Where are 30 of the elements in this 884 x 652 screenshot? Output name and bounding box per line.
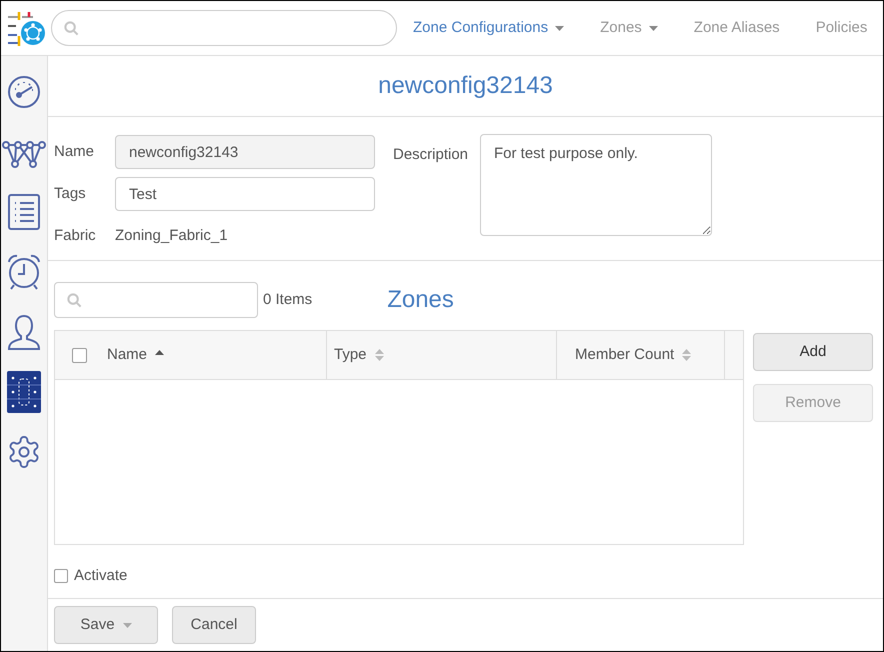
search-icon (67, 292, 82, 308)
nav-tab[interactable]: Zone Configurations (413, 16, 564, 40)
search-field[interactable] (51, 10, 397, 46)
field-label: Description (393, 145, 470, 165)
page-title: newconfig32143 (378, 71, 553, 101)
section-title: Zones (387, 285, 454, 315)
caret-icon (122, 622, 132, 628)
tags-field[interactable]: Test (115, 177, 375, 211)
select-all-checkbox[interactable] (72, 348, 87, 362)
field-label: Fabric (54, 226, 97, 246)
field-label: Tags (54, 184, 87, 204)
item-count: 0 Items (263, 290, 312, 310)
column-header[interactable]: Name (55, 331, 327, 379)
save-button[interactable]: Save (54, 606, 158, 644)
chip-icon (7, 371, 41, 413)
column-header[interactable]: Member Count (557, 331, 725, 379)
gauge-icon (7, 75, 41, 109)
user-icon (7, 313, 41, 351)
column-header[interactable]: Type (327, 331, 557, 379)
zone-search-field[interactable] (54, 282, 258, 318)
search-icon (64, 20, 79, 36)
list-icon (7, 193, 41, 231)
cancel-button[interactable]: Cancel (172, 606, 256, 644)
activate-checkbox[interactable] (54, 569, 68, 584)
field-label: Name (54, 142, 96, 162)
alarm-clock-icon (5, 253, 43, 291)
fabric-value: Zoning_Fabric_1 (115, 226, 228, 246)
description-field[interactable]: For test purpose only. (480, 134, 712, 236)
checkbox-label: Activate (74, 566, 128, 586)
action-button[interactable]: Add (753, 333, 873, 371)
